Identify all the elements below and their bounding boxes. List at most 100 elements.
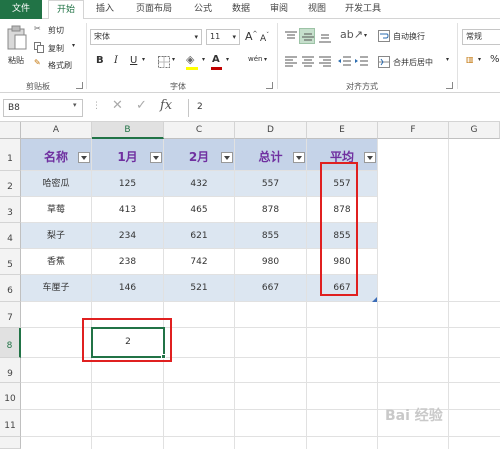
column-header-g[interactable]: G [449,122,500,139]
clipboard-launcher-icon[interactable] [76,82,83,89]
fill-color-icon[interactable]: ◈ [186,53,194,66]
table-cell[interactable]: 哈密瓜 [21,171,92,197]
table-cell[interactable]: 742 [164,249,235,275]
chevron-down-icon[interactable]: ▾ [202,56,205,63]
font-color-icon[interactable]: A [212,54,220,65]
chevron-down-icon[interactable]: ▾ [364,32,367,39]
tab-data[interactable]: 数据 [224,0,258,19]
align-bottom-icon[interactable] [318,31,332,43]
column-header-d[interactable]: D [235,122,307,139]
grow-font-icon[interactable]: A^ [245,30,258,43]
chevron-down-icon[interactable]: ▾ [226,56,229,63]
name-box[interactable]: B8 [3,99,83,117]
percent-button[interactable]: % [490,54,500,65]
table-cell[interactable]: 梨子 [21,223,92,249]
wrap-text-button[interactable]: 自动换行 [378,29,448,43]
insert-function-icon[interactable]: fx [160,98,172,113]
enter-icon[interactable]: ✓ [136,98,147,113]
table-cell[interactable]: 878 [235,197,307,223]
chevron-down-icon[interactable]: ▾ [172,56,175,63]
table-cell[interactable]: 413 [92,197,164,223]
tab-developer[interactable]: 开发工具 [338,0,388,19]
table-cell[interactable]: 465 [164,197,235,223]
fill-handle[interactable] [161,354,166,359]
currency-format-icon[interactable]: ▥ [466,55,474,64]
table-cell[interactable]: 125 [92,171,164,197]
row-header-9[interactable]: 9 [0,358,21,383]
align-left-icon[interactable] [284,56,298,68]
underline-button[interactable]: U [130,55,137,66]
table-cell[interactable]: 980 [235,249,307,275]
orientation-icon[interactable]: ab↗ [340,28,363,41]
row-header-6[interactable]: 6 [0,275,21,302]
align-center-icon[interactable] [301,56,315,68]
cancel-icon[interactable]: ✕ [112,98,123,113]
row-header-11[interactable]: 11 [0,410,21,437]
selected-cell-b8[interactable]: 2 [91,327,165,358]
row-header-3[interactable]: 3 [0,197,21,223]
tab-review[interactable]: 审阅 [262,0,296,19]
table-cell[interactable]: 146 [92,275,164,302]
row-header-8[interactable]: 8 [0,328,21,358]
worksheet-grid[interactable]: A B C D E F G 1 2 3 4 5 6 7 8 9 10 11 名称… [0,122,500,449]
format-painter-button[interactable]: ✎ 格式刷 [34,58,82,72]
paste-button[interactable]: 粘贴 [4,23,30,75]
filter-dropdown-icon[interactable] [150,152,162,163]
row-header-5[interactable]: 5 [0,249,21,275]
filter-dropdown-icon[interactable] [293,152,305,163]
table-cell[interactable]: 草莓 [21,197,92,223]
phonetic-guide-icon[interactable]: wén [248,55,262,63]
formula-input[interactable]: 2 [188,99,500,117]
chevron-down-icon[interactable]: ▾ [73,101,77,109]
filter-dropdown-icon[interactable] [364,152,376,163]
alignment-launcher-icon[interactable] [446,82,453,89]
cut-button[interactable]: ✂ 剪切 [34,23,78,37]
tab-view[interactable]: 视图 [300,0,334,19]
font-launcher-icon[interactable] [266,82,273,89]
shrink-font-icon[interactable]: Aˇ [260,32,269,44]
column-header-e[interactable]: E [307,122,378,139]
tab-file[interactable]: 文件 [0,0,42,19]
column-header-b[interactable]: B [92,122,164,139]
select-all-corner[interactable] [0,122,21,139]
filter-dropdown-icon[interactable] [78,152,90,163]
chevron-down-icon[interactable]: ▾ [264,56,267,63]
row-header-12[interactable] [0,437,21,449]
column-header-a[interactable]: A [21,122,92,139]
align-right-icon[interactable] [318,56,332,68]
bold-button[interactable]: B [96,55,104,66]
column-header-f[interactable]: F [378,122,449,139]
chevron-down-icon[interactable]: ▾ [478,56,481,63]
table-cell[interactable]: 234 [92,223,164,249]
borders-icon[interactable] [158,56,170,68]
table-resize-handle[interactable] [372,297,377,302]
align-middle-button[interactable] [299,28,315,44]
copy-button[interactable]: 复制 ▾ [34,41,78,55]
table-cell[interactable]: 557 [235,171,307,197]
font-name-select[interactable]: 宋体 ▾ [90,29,202,45]
filter-dropdown-icon[interactable] [221,152,233,163]
table-cell[interactable]: 432 [164,171,235,197]
row-header-1[interactable]: 1 [0,139,21,171]
row-header-4[interactable]: 4 [0,223,21,249]
decrease-indent-icon[interactable] [338,56,352,68]
number-format-select[interactable]: 常规 [462,29,500,45]
row-header-10[interactable]: 10 [0,383,21,410]
table-cell[interactable]: 667 [235,275,307,302]
increase-indent-icon[interactable] [355,56,369,68]
tab-formulas[interactable]: 公式 [186,0,220,19]
column-header-c[interactable]: C [164,122,235,139]
font-size-select[interactable]: 11 ▾ [206,29,240,45]
chevron-down-icon[interactable]: ▾ [142,56,145,63]
table-cell[interactable]: 521 [164,275,235,302]
table-cell[interactable]: 车厘子 [21,275,92,302]
tab-insert[interactable]: 插入 [88,0,122,19]
table-cell[interactable]: 621 [164,223,235,249]
row-header-7[interactable]: 7 [0,302,21,328]
row-header-2[interactable]: 2 [0,171,21,197]
align-top-icon[interactable] [284,31,298,43]
tab-page-layout[interactable]: 页面布局 [126,0,182,19]
merge-center-button[interactable]: 合并后居中 ▾ [378,55,458,69]
table-cell[interactable]: 香蕉 [21,249,92,275]
tab-home[interactable]: 开始 [48,0,84,20]
